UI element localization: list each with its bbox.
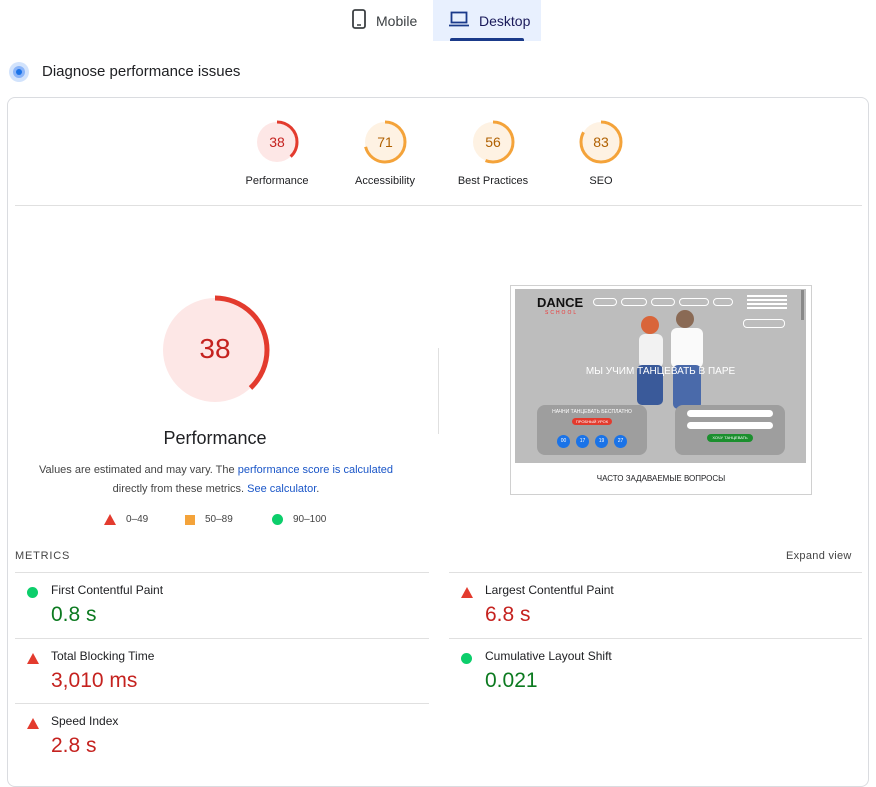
tab-mobile[interactable]: Mobile bbox=[338, 0, 432, 41]
metric-value: 0.8 s bbox=[51, 603, 97, 626]
thumbnail-signup-form: ХОЧУ ТАНЦЕВАТЬ bbox=[675, 405, 785, 455]
poor-status-icon bbox=[461, 587, 473, 598]
legend-poor: 0–49 bbox=[104, 514, 148, 525]
thumbnail-logo: DANCE bbox=[537, 295, 584, 310]
category-score: 38 bbox=[269, 134, 285, 150]
vertical-divider bbox=[438, 348, 439, 434]
score-ring: 38 bbox=[255, 120, 299, 164]
good-status-icon bbox=[461, 653, 472, 664]
metric-total-blocking-time: Total Blocking Time 3,010 ms bbox=[15, 638, 429, 703]
category-score: 83 bbox=[593, 134, 609, 150]
metric-first-contentful-paint: First Contentful Paint 0.8 s bbox=[15, 572, 429, 637]
legend-average: 50–89 bbox=[185, 514, 233, 525]
expand-view-button[interactable]: Expand view bbox=[786, 550, 852, 562]
performance-title: Performance bbox=[163, 428, 267, 448]
laptop-icon bbox=[449, 11, 469, 30]
poor-status-icon bbox=[27, 718, 39, 729]
metric-cumulative-layout-shift: Cumulative Layout Shift 0.021 bbox=[449, 638, 862, 703]
tab-mobile-label: Mobile bbox=[376, 12, 418, 29]
thumbnail-scrollbar bbox=[801, 290, 804, 320]
section-divider bbox=[15, 205, 862, 206]
category-gauge-accessibility[interactable]: 71 Accessibility bbox=[325, 119, 445, 187]
category-score: 71 bbox=[377, 134, 393, 150]
metrics-header: METRICS bbox=[15, 550, 71, 562]
thumbnail-hero: DANCE SCHOOL МЫ УЧИМ ТАНЦЕВАТЬ В ПАРЕ НА… bbox=[515, 289, 806, 463]
metric-value: 3,010 ms bbox=[51, 669, 138, 692]
score-description: Values are estimated and may vary. The p… bbox=[38, 464, 393, 495]
metric-value: 6.8 s bbox=[485, 603, 531, 626]
good-status-icon bbox=[27, 587, 38, 598]
category-label: Best Practices bbox=[457, 175, 529, 187]
active-tab-indicator bbox=[450, 38, 524, 41]
phone-icon bbox=[352, 9, 366, 32]
category-label: Accessibility bbox=[355, 175, 415, 187]
metric-name: Total Blocking Time bbox=[51, 649, 155, 663]
calculator-link[interactable]: See calculator bbox=[247, 483, 316, 495]
thumbnail-headline: МЫ УЧИМ ТАНЦЕВАТЬ В ПАРЕ bbox=[585, 366, 736, 377]
category-gauge-performance[interactable]: 38 Performance bbox=[217, 119, 337, 187]
score-ring: 83 bbox=[579, 120, 623, 164]
metric-name: Speed Index bbox=[51, 714, 119, 728]
category-label: SEO bbox=[589, 175, 613, 187]
thumbnail-logo-sub: SCHOOL bbox=[545, 310, 579, 316]
metric-speed-index: Speed Index 2.8 s bbox=[15, 703, 429, 768]
score-ring: 56 bbox=[471, 120, 515, 164]
category-score: 56 bbox=[485, 134, 501, 150]
legend-good: 90–100 bbox=[272, 514, 326, 525]
performance-gauge-large: 38 bbox=[160, 295, 270, 410]
tab-desktop[interactable]: Desktop bbox=[433, 0, 541, 41]
square-icon bbox=[185, 514, 195, 525]
lighthouse-diagnose-icon bbox=[8, 61, 30, 83]
metric-value: 2.8 s bbox=[51, 734, 97, 757]
thumbnail-nav bbox=[593, 298, 733, 306]
metric-value: 0.021 bbox=[485, 669, 538, 692]
category-gauge-seo[interactable]: 83 SEO bbox=[541, 119, 661, 187]
metric-largest-contentful-paint: Largest Contentful Paint 6.8 s bbox=[449, 572, 862, 637]
metric-name: First Contentful Paint bbox=[51, 583, 164, 597]
triangle-icon bbox=[104, 514, 116, 525]
page-screenshot-thumbnail[interactable]: DANCE SCHOOL МЫ УЧИМ ТАНЦЕВАТЬ В ПАРЕ НА… bbox=[510, 285, 812, 495]
thumbnail-contact bbox=[747, 293, 787, 315]
poor-status-icon bbox=[27, 653, 39, 664]
thumbnail-footer-text: ЧАСТО ЗАДАВАЕМЫЕ ВОПРОСЫ bbox=[596, 474, 726, 483]
category-label: Performance bbox=[245, 175, 309, 187]
performance-score-large: 38 bbox=[199, 333, 230, 364]
diagnose-title: Diagnose performance issues bbox=[42, 63, 241, 80]
dancers-image bbox=[637, 310, 703, 409]
circle-icon bbox=[272, 514, 283, 525]
performance-score-link[interactable]: performance score is calculated bbox=[238, 464, 393, 476]
metric-name: Cumulative Layout Shift bbox=[485, 649, 612, 663]
metric-name: Largest Contentful Paint bbox=[485, 583, 614, 597]
thumbnail-countdown-block: НАЧНИ ТАНЦЕВАТЬ БЕСПЛАТНО ПРОБНЫЙ УРОК 0… bbox=[537, 405, 647, 455]
tab-desktop-label: Desktop bbox=[479, 12, 531, 29]
score-ring: 71 bbox=[363, 120, 407, 164]
category-gauge-best-practices[interactable]: 56 Best Practices bbox=[433, 119, 553, 187]
